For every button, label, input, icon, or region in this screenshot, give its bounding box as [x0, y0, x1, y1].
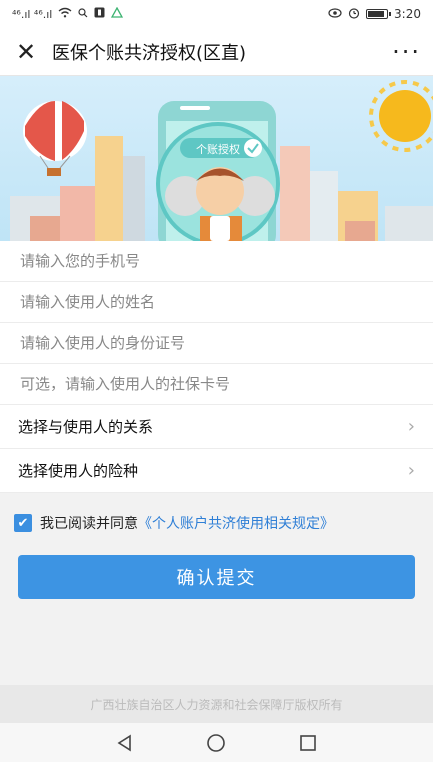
signal-icon: ⁴⁶.ıl ⁴⁶.ıl [12, 7, 53, 21]
phone-label: 个账授权 [196, 142, 240, 156]
more-icon[interactable]: ··· [392, 38, 421, 66]
close-icon[interactable]: ✕ [12, 40, 40, 64]
phone-input[interactable] [18, 251, 415, 271]
agree-checkbox[interactable]: ✔ [14, 514, 32, 532]
phone-illustration-icon [156, 101, 280, 241]
relation-select[interactable]: 选择与使用人的关系 › [0, 405, 433, 449]
recents-icon[interactable] [299, 734, 317, 752]
alarm-icon [348, 7, 360, 22]
nav-bar: ✕ 医保个账共济授权(区直) ··· [0, 28, 433, 76]
submit-button[interactable]: 确认提交 [18, 555, 415, 599]
insurance-label: 选择使用人的险种 [18, 462, 139, 480]
hot-air-balloon-icon [23, 101, 87, 176]
notification-icon [94, 7, 105, 21]
agreement-text: 我已阅读并同意 [40, 516, 138, 532]
app-status-icon [111, 6, 124, 21]
social-card-input[interactable] [18, 374, 415, 394]
phone-row [0, 241, 433, 282]
name-input[interactable] [18, 292, 415, 312]
id-number-input[interactable] [18, 333, 415, 353]
banner-illustration: 个账授权 [0, 76, 433, 241]
eye-icon [328, 7, 342, 21]
back-icon[interactable] [116, 734, 134, 752]
agreement-row: ✔ 我已阅读并同意 《个人账户共济使用相关规定》 [14, 513, 334, 533]
name-row [0, 282, 433, 323]
card-row [0, 364, 433, 405]
id-row [0, 323, 433, 364]
status-bar: ⁴⁶.ıl ⁴⁶.ıl 3:20 [0, 0, 433, 28]
page-title: 医保个账共济授权(区直) [52, 42, 247, 64]
copyright-footer: 广西壮族自治区人力资源和社会保障厅版权所有 [0, 685, 433, 723]
chevron-right-icon: › [407, 416, 415, 437]
insurance-select[interactable]: 选择使用人的险种 › [0, 449, 433, 493]
chevron-right-icon: › [407, 460, 415, 481]
status-right: 3:20 [328, 7, 421, 22]
agreement-link[interactable]: 《个人账户共济使用相关规定》 [138, 513, 334, 533]
system-navigation-bar [0, 723, 433, 762]
wifi-icon [58, 7, 72, 21]
authorization-form: 选择与使用人的关系 › 选择使用人的险种 › [0, 241, 433, 493]
sun-icon [369, 80, 433, 152]
search-status-icon [78, 7, 88, 21]
battery-icon [366, 9, 392, 19]
home-icon[interactable] [206, 733, 226, 753]
status-left: ⁴⁶.ıl ⁴⁶.ıl [12, 6, 124, 21]
status-time: 3:20 [394, 7, 421, 21]
relation-label: 选择与使用人的关系 [18, 418, 154, 436]
